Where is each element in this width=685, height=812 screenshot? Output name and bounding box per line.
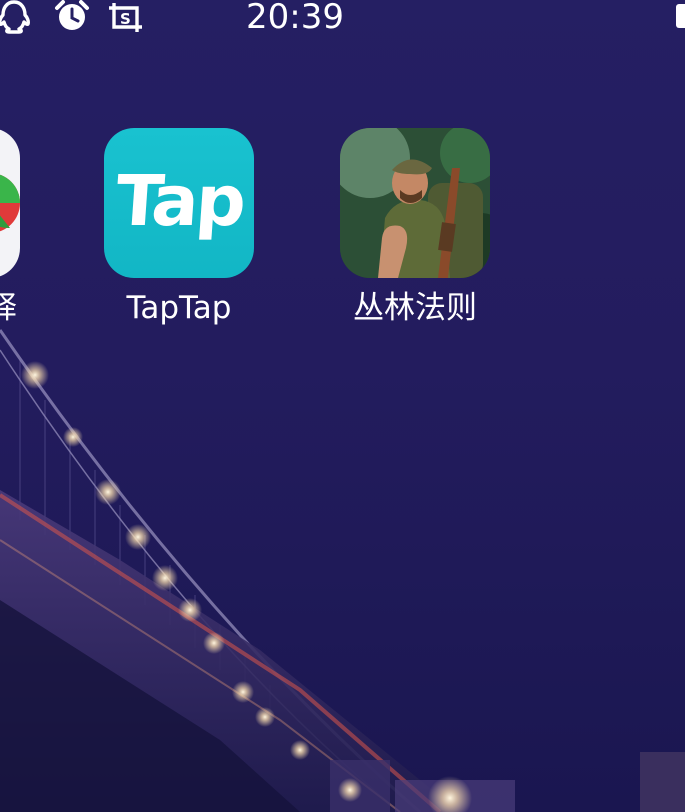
qq-icon bbox=[0, 0, 32, 34]
partial-app-icon[interactable] bbox=[0, 128, 20, 278]
status-time: 20:39 bbox=[246, 0, 344, 37]
taptap-icon[interactable]: Tap bbox=[104, 128, 254, 278]
wallpaper-bridge bbox=[0, 329, 685, 812]
app-jungle-law[interactable]: 丛林法则 bbox=[340, 128, 490, 326]
battery-icon bbox=[676, 4, 685, 28]
jungle-law-game-icon[interactable] bbox=[340, 128, 490, 278]
alarm-icon bbox=[54, 0, 90, 34]
app-label-taptap: TapTap bbox=[126, 290, 232, 326]
app-label-jungle-law: 丛林法则 bbox=[353, 290, 477, 326]
status-bar: S 20:39 bbox=[0, 0, 685, 37]
app-taptap[interactable]: Tap TapTap bbox=[104, 128, 254, 326]
home-screen: S 20:39 驿 Tap TapTap 丛林法则 bbox=[0, 0, 685, 812]
svg-text:S: S bbox=[120, 10, 131, 28]
app-partial-left[interactable]: 驿 bbox=[0, 128, 20, 326]
app-label: 驿 bbox=[0, 290, 17, 326]
taptap-icon-text: Tap bbox=[113, 160, 246, 242]
screenshot-icon: S bbox=[106, 0, 142, 34]
